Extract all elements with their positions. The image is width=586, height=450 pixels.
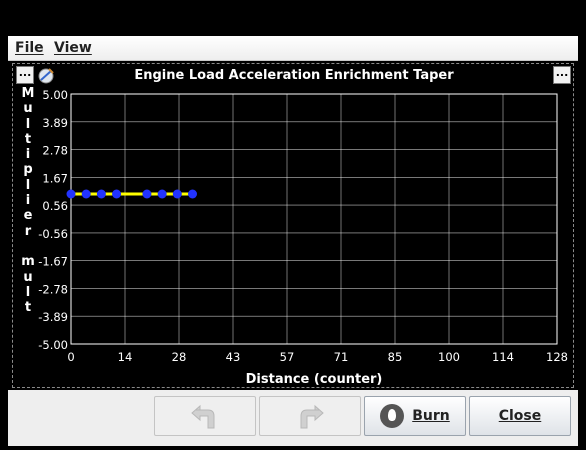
x-tick-label: 28 — [172, 350, 187, 364]
x-axis-label: Distance (counter) — [246, 372, 383, 387]
y-tick-label: 0.56 — [42, 199, 68, 213]
x-tick-label: 0 — [67, 350, 74, 364]
data-point — [142, 189, 152, 199]
burn-icon — [380, 404, 405, 428]
x-tick-labels: 0 14 28 43 57 71 85 100 114 128 — [67, 350, 568, 364]
y-tick-label: 3.89 — [42, 116, 68, 130]
undo-icon — [191, 404, 215, 429]
data-point — [66, 189, 76, 199]
data-point — [172, 189, 182, 199]
redo-button[interactable] — [259, 396, 361, 436]
menu-bar: File View — [8, 36, 578, 61]
data-point — [188, 189, 197, 199]
menu-view[interactable]: View — [54, 40, 92, 56]
y-tick-labels: 5.00 3.89 2.78 1.67 0.56 -0.56 -1.67 -2.78 -3.89… — [38, 88, 68, 352]
menu-file[interactable]: File — [15, 40, 44, 56]
x-tick-label: 14 — [118, 350, 133, 364]
y-tick-label: -0.56 — [38, 227, 68, 241]
y-tick-label: 1.67 — [42, 171, 68, 185]
data-point — [112, 189, 122, 199]
y-tick-label: -1.67 — [38, 255, 68, 269]
data-point — [157, 189, 167, 199]
y-tick-label: 5.00 — [42, 88, 68, 102]
redo-icon — [300, 404, 324, 429]
burn-button[interactable]: Burn — [364, 396, 466, 436]
x-tick-label: 43 — [226, 350, 241, 364]
chart-panel: ... Engine Load Acceleration Enrichment … — [12, 63, 574, 388]
button-panel: Burn Close — [8, 390, 578, 446]
y-tick-label: -5.00 — [38, 338, 68, 352]
y-tick-label: 2.78 — [42, 144, 68, 158]
x-tick-label: 100 — [438, 350, 460, 364]
line-chart[interactable]: 5.00 3.89 2.78 1.67 0.56 -0.56 -1.67 -2.78 -3.89… — [13, 64, 573, 387]
x-tick-label: 71 — [334, 350, 349, 364]
x-tick-label: 114 — [492, 350, 514, 364]
undo-button[interactable] — [154, 396, 256, 436]
title-bar-area — [0, 0, 586, 36]
close-button[interactable]: Close — [469, 396, 571, 436]
y-tick-label: -3.89 — [38, 310, 68, 324]
plot-area — [70, 93, 558, 345]
x-tick-label: 57 — [280, 350, 295, 364]
y-tick-label: -2.78 — [38, 282, 68, 296]
x-tick-label: 85 — [388, 350, 403, 364]
data-point — [81, 189, 91, 199]
burn-label: Burn — [412, 408, 450, 424]
x-tick-label: 128 — [546, 350, 568, 364]
data-point — [96, 189, 106, 199]
close-label: Close — [498, 408, 542, 424]
